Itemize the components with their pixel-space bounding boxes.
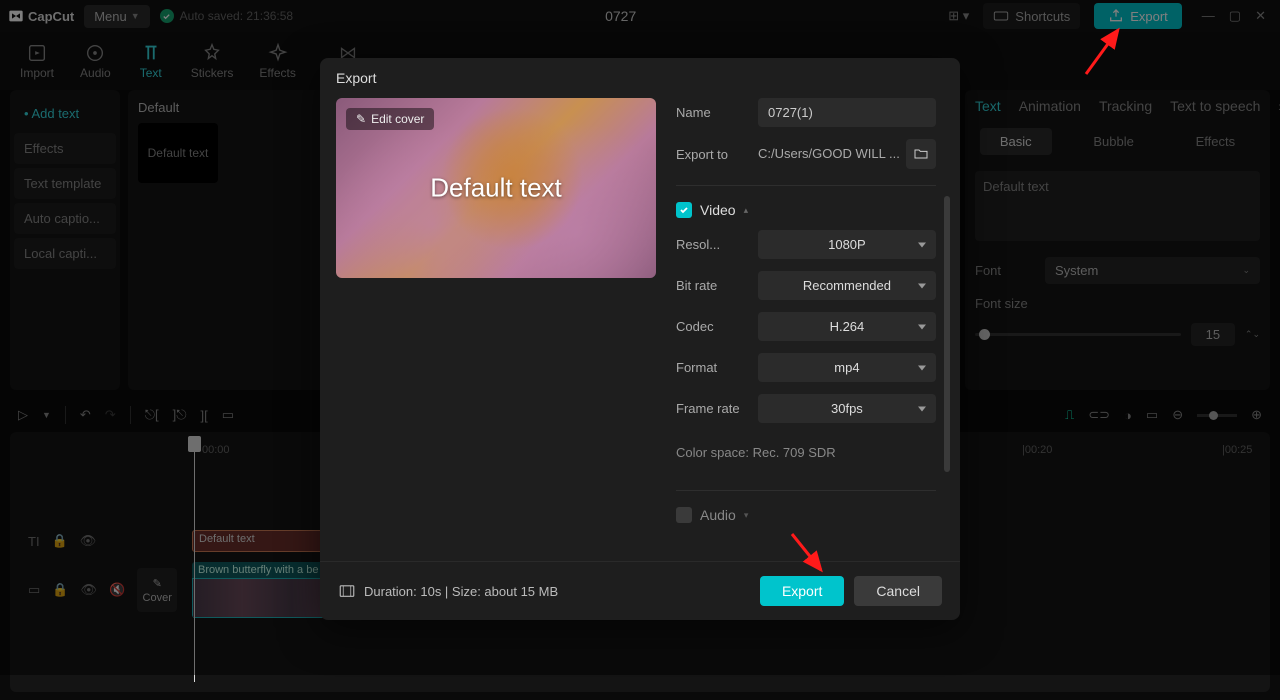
resolution-select[interactable]: 1080P bbox=[758, 230, 936, 259]
name-input[interactable]: 0727(1) bbox=[758, 98, 936, 127]
dialog-title: Export bbox=[320, 58, 960, 98]
cover-text-overlay: Default text bbox=[430, 173, 562, 204]
exportto-label: Export to bbox=[676, 147, 748, 162]
format-select[interactable]: mp4 bbox=[758, 353, 936, 382]
edit-cover-button[interactable]: ✎ Edit cover bbox=[346, 108, 434, 130]
export-dialog: Export ✎ Edit cover Default text Name 07… bbox=[320, 58, 960, 620]
video-section-header[interactable]: Video ▴ bbox=[676, 202, 936, 218]
name-label: Name bbox=[676, 105, 748, 120]
bitrate-label: Bit rate bbox=[676, 278, 748, 293]
folder-icon bbox=[913, 146, 929, 162]
audio-checkbox[interactable] bbox=[676, 507, 692, 523]
video-checkbox[interactable] bbox=[676, 202, 692, 218]
footer-info-text: Duration: 10s | Size: about 15 MB bbox=[364, 584, 558, 599]
film-icon bbox=[338, 582, 356, 600]
browse-folder-button[interactable] bbox=[906, 139, 936, 169]
colorspace-note: Color space: Rec. 709 SDR bbox=[676, 445, 936, 460]
format-label: Format bbox=[676, 360, 748, 375]
codec-label: Codec bbox=[676, 319, 748, 334]
audio-section-header[interactable]: Audio ▾ bbox=[676, 507, 936, 523]
codec-select[interactable]: H.264 bbox=[758, 312, 936, 341]
dialog-scrollbar[interactable] bbox=[944, 196, 950, 472]
caret-up-icon: ▴ bbox=[744, 205, 749, 216]
caret-down-icon: ▾ bbox=[744, 510, 749, 521]
exportto-path: C:/Users/GOOD WILL ... bbox=[758, 139, 900, 169]
framerate-select[interactable]: 30fps bbox=[758, 394, 936, 423]
cancel-button[interactable]: Cancel bbox=[854, 576, 942, 606]
resolution-label: Resol... bbox=[676, 237, 748, 252]
cover-preview: ✎ Edit cover Default text bbox=[336, 98, 656, 278]
export-confirm-button[interactable]: Export bbox=[760, 576, 844, 606]
bitrate-select[interactable]: Recommended bbox=[758, 271, 936, 300]
framerate-label: Frame rate bbox=[676, 401, 748, 416]
pencil-icon: ✎ bbox=[356, 112, 366, 126]
